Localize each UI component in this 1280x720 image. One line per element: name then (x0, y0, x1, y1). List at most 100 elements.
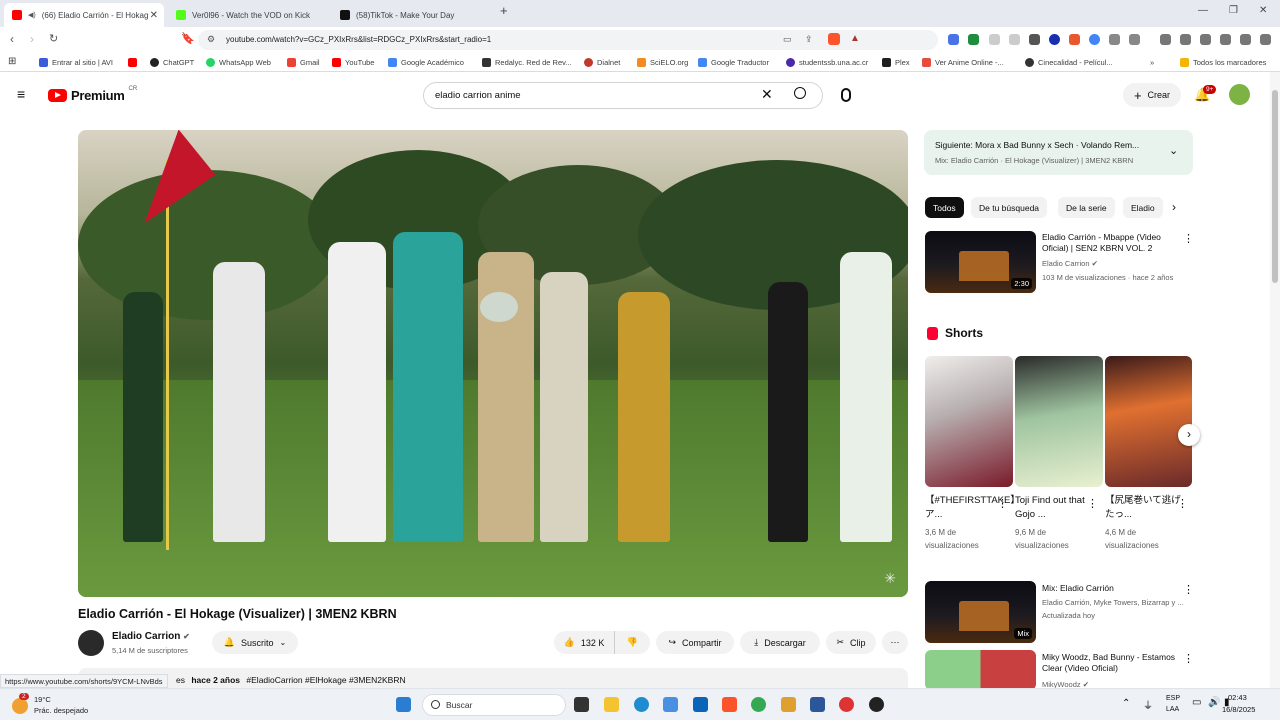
outlook-icon[interactable] (693, 697, 708, 712)
short-title[interactable]: Toji Find out that Gojo ... (1015, 494, 1091, 522)
puzzle-ext-icon[interactable] (1109, 34, 1120, 45)
video-thumbnail[interactable] (925, 650, 1036, 690)
bookmark-icon[interactable]: 🔖 (181, 32, 195, 45)
search-icon[interactable] (794, 87, 806, 99)
clip-button[interactable]: ✂ Clip (826, 631, 876, 654)
mic-icon[interactable] (841, 88, 851, 102)
channel-avatar[interactable] (78, 630, 104, 656)
lang2[interactable]: LAA (1166, 706, 1179, 713)
tab-youtube[interactable]: ◀) (66) Eladio Carrión - El Hokag ✕ (4, 3, 164, 27)
install-icon[interactable]: ▭ (783, 34, 792, 45)
more-icon[interactable]: ⋮ (1183, 652, 1194, 665)
bookmark-item[interactable]: Dialnet (584, 58, 620, 67)
sidebar-icon[interactable] (1180, 34, 1191, 45)
like-button[interactable]: 👍 132 K (554, 631, 614, 654)
more-bookmarks-icon[interactable]: » (1150, 58, 1154, 67)
vpn-ext-icon[interactable] (1049, 34, 1060, 45)
youtube-logo[interactable]: Premium CR (48, 86, 137, 103)
short-thumbnail[interactable] (1015, 356, 1103, 487)
address-bar[interactable]: ⚙ youtube.com/watch?v=GCz_PXIxRrs&list=R… (198, 30, 938, 50)
ext-icon[interactable] (1089, 34, 1100, 45)
bookmark-item[interactable]: Cinecalidad - Películ... (1025, 58, 1113, 67)
download-button[interactable]: ⤓ Descargar (740, 631, 820, 654)
media-icon[interactable] (1160, 34, 1171, 45)
network-icon[interactable]: ▭ (1192, 697, 1201, 708)
apps-icon[interactable]: ⊞ (8, 56, 16, 67)
ext-icon[interactable] (989, 34, 1000, 45)
back-icon[interactable]: ‹ (10, 32, 14, 46)
browser-menu-icon[interactable] (1260, 34, 1271, 45)
avatar[interactable] (1229, 84, 1250, 105)
bookmark-item[interactable]: WhatsApp Web (206, 58, 271, 67)
more-icon[interactable]: ⋮ (1183, 232, 1194, 245)
chip-eladio[interactable]: Eladio (1123, 197, 1163, 218)
share-page-icon[interactable]: ⇪ (805, 34, 813, 45)
site-info-icon[interactable]: ⚙ (207, 34, 215, 45)
edge-icon[interactable] (634, 697, 649, 712)
short-thumbnail[interactable] (1105, 356, 1192, 487)
bookmark-item[interactable]: Plex (882, 58, 910, 67)
minimize-icon[interactable]: — (1198, 5, 1208, 16)
tray-chevron-icon[interactable]: ⌃ (1122, 698, 1130, 709)
search-input[interactable]: eladio carrion anime ✕ (423, 82, 823, 109)
app-icon[interactable] (781, 697, 796, 712)
store-icon[interactable] (663, 697, 678, 712)
rewards-icon[interactable]: ▲ (850, 33, 860, 44)
chevron-right-icon[interactable]: › (1178, 424, 1200, 446)
scrollbar-thumb[interactable] (1272, 90, 1278, 283)
channel-name[interactable]: Eladio Carrion ✔ (112, 631, 190, 642)
bookmark-item[interactable]: Google Académico (388, 58, 464, 67)
task-view-icon[interactable] (574, 697, 589, 712)
file-explorer-icon[interactable] (604, 697, 619, 712)
bookmark-item[interactable]: Ver Anime Online -... (922, 58, 1004, 67)
more-icon[interactable]: ⋮ (1087, 497, 1098, 510)
word-icon[interactable] (810, 697, 825, 712)
wallet-icon[interactable] (1200, 34, 1211, 45)
download-ext-icon[interactable] (968, 34, 979, 45)
more-actions-button[interactable]: ⋯ (882, 631, 908, 654)
all-bookmarks[interactable]: Todos los marcadores (1180, 58, 1266, 67)
clock-time[interactable]: 02:43 (1228, 693, 1247, 702)
translate-ext-icon[interactable] (948, 34, 959, 45)
usb-icon[interactable]: ⏚ (1143, 697, 1153, 712)
bookmark-item[interactable]: ChatGPT (150, 58, 194, 67)
subscribed-button[interactable]: 🔔 Suscrito ⌄ (212, 631, 298, 654)
more-icon[interactable]: ⋮ (1183, 583, 1194, 596)
clock-date[interactable]: 16/8/2025 (1222, 705, 1255, 714)
chip-from-search[interactable]: De tu búsqueda (971, 197, 1048, 218)
close-window-icon[interactable]: ✕ (1259, 5, 1267, 16)
ext-icon[interactable] (1009, 34, 1020, 45)
more-icon[interactable]: ⋮ (1177, 497, 1188, 510)
chip-all[interactable]: Todos (925, 197, 964, 218)
lang1[interactable]: ESP (1166, 695, 1180, 702)
ext-icon[interactable] (1220, 34, 1231, 45)
more-icon[interactable]: ⋮ (997, 497, 1008, 510)
bookmark-item[interactable] (128, 58, 137, 67)
reload-icon[interactable]: ↻ (49, 32, 58, 45)
new-tab-icon[interactable]: + (500, 3, 508, 18)
ext-icon[interactable] (1129, 34, 1140, 45)
recorder-icon[interactable] (839, 697, 854, 712)
bookmark-item[interactable]: SciELO.org (637, 58, 688, 67)
menu-icon[interactable]: ≡ (17, 86, 25, 102)
bookmark-item[interactable]: Google Traductor (698, 58, 769, 67)
chevron-right-icon[interactable]: › (1172, 200, 1176, 214)
forward-icon[interactable]: › (30, 32, 34, 46)
rec-channel[interactable]: Eladio Carrion ✔ (1042, 259, 1098, 269)
windows-icon[interactable] (396, 697, 411, 712)
tab-tiktok[interactable]: (58)TikTok - Make Your Day (332, 3, 492, 27)
bookmark-item[interactable]: studentssb.una.ac.cr (786, 58, 868, 67)
ext-icon[interactable] (1069, 34, 1080, 45)
volume-icon[interactable]: 🔊 (1208, 697, 1220, 708)
app-icon[interactable] (869, 697, 884, 712)
close-tab-icon[interactable]: ✕ (150, 10, 158, 21)
maximize-icon[interactable]: ❐ (1229, 5, 1238, 16)
rec-title[interactable]: Eladio Carrión - Mbappe (Video Oficial) … (1042, 232, 1177, 254)
bookmark-item[interactable]: Redalyc. Red de Rev... (482, 58, 572, 67)
dislike-button[interactable]: 👎 (614, 631, 650, 654)
chip-series[interactable]: De la serie (1058, 197, 1115, 218)
vpn-shield-icon[interactable] (1240, 34, 1251, 45)
clear-search-icon[interactable]: ✕ (761, 86, 773, 103)
video-thumbnail[interactable]: 2:30 (925, 231, 1036, 293)
brave-icon[interactable] (722, 697, 737, 712)
